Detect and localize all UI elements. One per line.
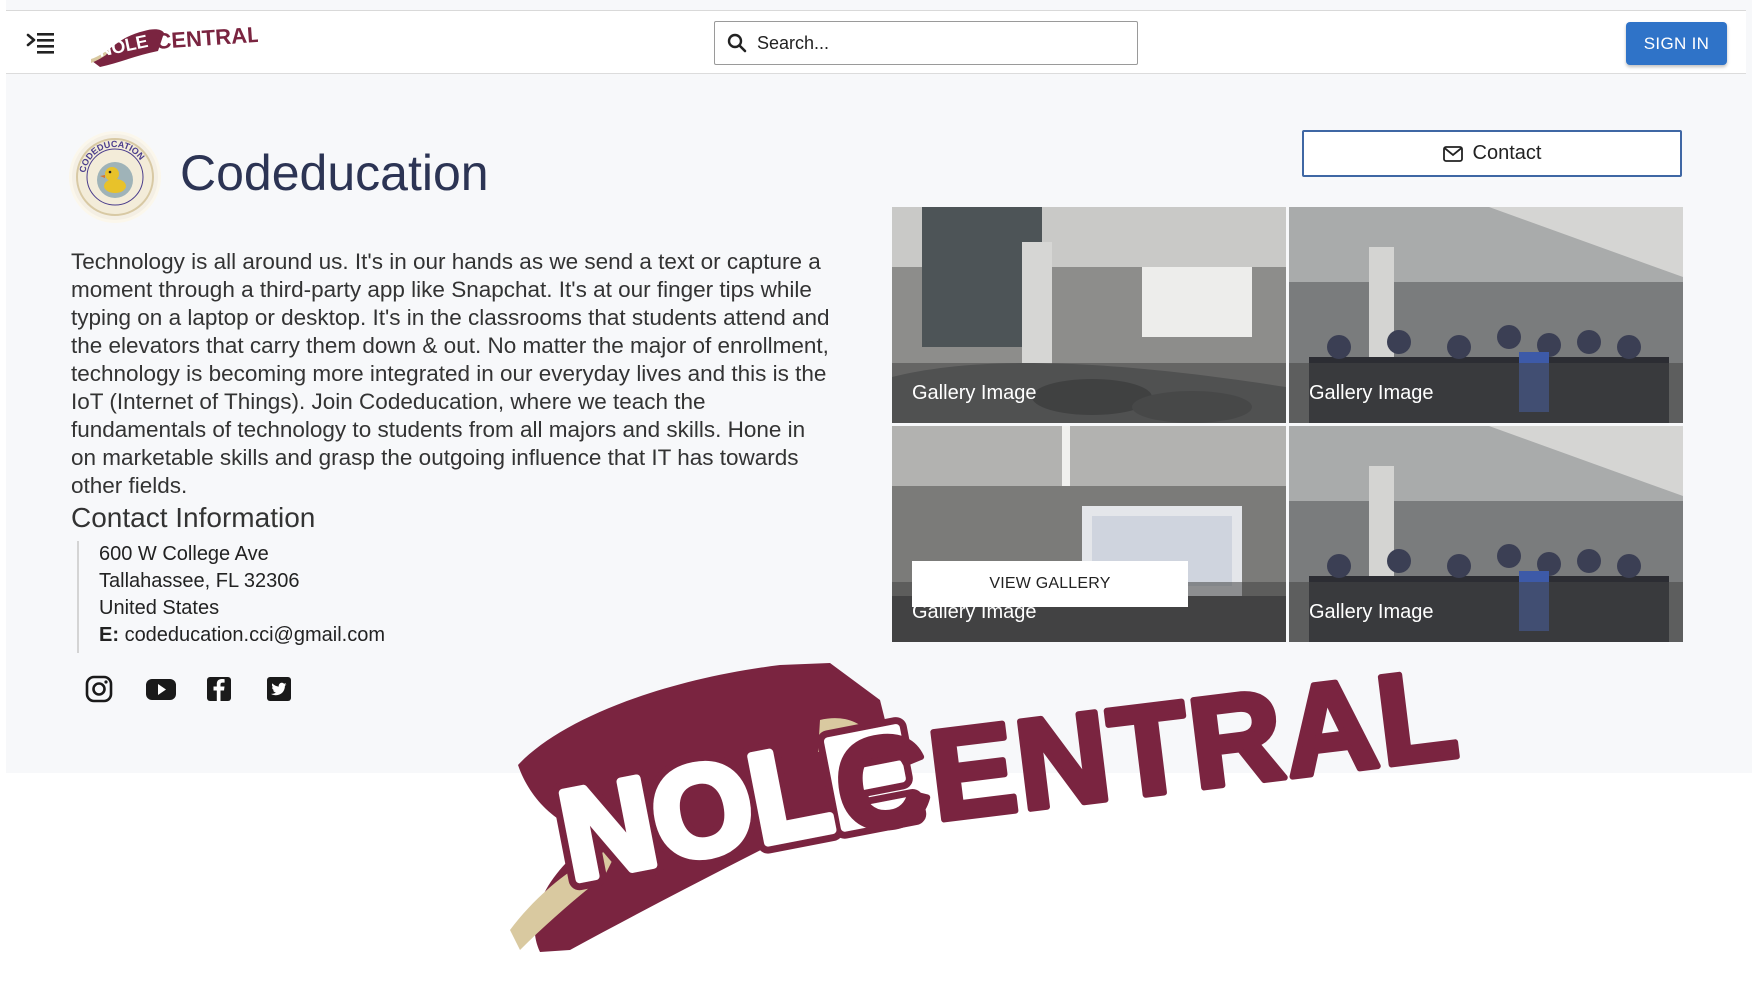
gallery-tile[interactable]: Gallery Image [1289, 207, 1683, 423]
gallery-caption: Gallery Image [912, 382, 1037, 404]
search-input[interactable] [757, 22, 1127, 64]
contact-button[interactable]: Contact [1302, 130, 1682, 177]
email-label: E: [99, 624, 119, 646]
instagram-icon[interactable] [84, 674, 114, 704]
address-line-2: Tallahassee, FL 32306 [99, 570, 300, 592]
gallery-tile[interactable]: Gallery Image [892, 207, 1286, 423]
contact-information-heading: Contact Information [71, 502, 316, 533]
gallery-tile[interactable]: Gallery Image VIEW GALLERY [892, 426, 1286, 642]
address-line-1: 600 W College Ave [99, 543, 269, 565]
gallery-caption-bar: Gallery Image [1289, 363, 1683, 423]
email-link[interactable]: codeducation.cci@gmail.com [125, 624, 385, 646]
svg-text:CENTRAL: CENTRAL [828, 660, 1466, 860]
contact-button-label: Contact [1472, 142, 1542, 164]
gallery-caption-bar: Gallery Image [892, 363, 1286, 423]
youtube-icon[interactable] [144, 674, 176, 704]
gallery-caption-bar: Gallery Image [1289, 582, 1683, 642]
club-logo: CODEDUCATION [72, 134, 158, 220]
email-row: E: codeducation.cci@gmail.com [99, 622, 497, 649]
gallery-caption: Gallery Image [1309, 601, 1434, 623]
svg-text:CENTRAL: CENTRAL [155, 22, 258, 54]
social-links [84, 674, 294, 708]
nole-central-overlay-logo: NOLE NOLE NOLE CENTRAL [500, 639, 1520, 960]
view-gallery-button[interactable]: VIEW GALLERY [912, 561, 1188, 607]
facebook-icon[interactable] [204, 674, 234, 704]
twitter-icon[interactable] [264, 674, 294, 704]
search-icon [727, 33, 747, 53]
top-navigation-bar: NOLE CENTRAL SIGN IN [6, 10, 1746, 74]
address-country: United States [99, 597, 220, 619]
menu-icon[interactable] [26, 29, 56, 55]
club-title: Codeducation [180, 145, 489, 201]
club-description: Technology is all around us. It's in our… [71, 249, 830, 498]
sign-in-button[interactable]: SIGN IN [1626, 22, 1727, 65]
gallery-caption: Gallery Image [1309, 382, 1434, 404]
contact-details: 600 W College Ave Tallahassee, FL 32306 … [77, 541, 497, 653]
gallery-tile[interactable]: Gallery Image [1289, 426, 1683, 642]
search-bar[interactable] [714, 21, 1138, 65]
photo-gallery: Gallery Image Gallery Image Gallery Imag… [892, 207, 1683, 642]
nole-central-logo[interactable]: NOLE CENTRAL [88, 19, 261, 69]
mail-icon [1442, 145, 1463, 162]
